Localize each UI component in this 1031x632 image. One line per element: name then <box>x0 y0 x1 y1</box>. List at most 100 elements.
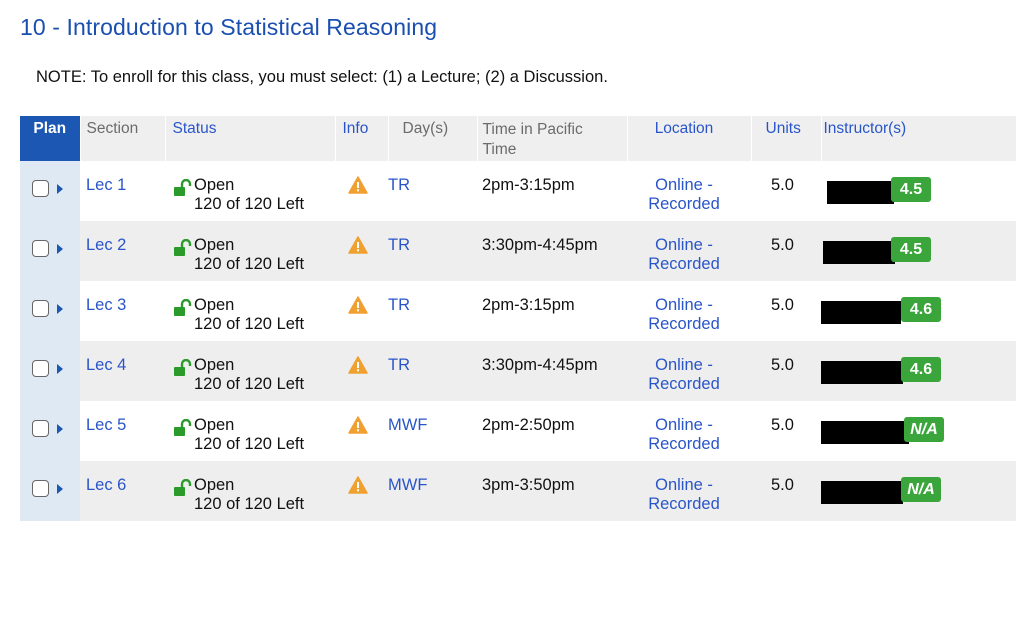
location-line2[interactable]: Recorded <box>627 195 741 214</box>
expand-arrow-icon[interactable] <box>57 183 63 194</box>
status-cell: Open 120 of 120 Left <box>165 221 335 281</box>
table-row: Lec 6 Open 120 of 120 Left MWF 3pm-3:50p… <box>20 461 1016 521</box>
table-row: Lec 4 Open 120 of 120 Left TR 3:30pm-4:4… <box>20 341 1016 401</box>
location-line1[interactable]: Online - <box>627 236 741 255</box>
expand-arrow-icon[interactable] <box>57 303 63 314</box>
header-section: Section <box>80 116 166 161</box>
location-line2[interactable]: Recorded <box>627 255 741 274</box>
days-link[interactable]: MWF <box>388 476 427 495</box>
location-line2[interactable]: Recorded <box>627 375 741 394</box>
plan-checkbox[interactable] <box>32 360 49 377</box>
location-line1[interactable]: Online - <box>627 416 741 435</box>
section-link[interactable]: Lec 4 <box>86 356 126 374</box>
header-instructors[interactable]: Instructor(s) <box>821 116 1017 161</box>
location-line2[interactable]: Recorded <box>627 435 741 454</box>
location-line1[interactable]: Online - <box>627 356 741 375</box>
units-cell: 5.0 <box>751 341 821 401</box>
status-label: Open <box>194 296 235 314</box>
units-cell: 5.0 <box>751 221 821 281</box>
instructor-cell: 4.6 <box>821 341 1016 401</box>
status-label: Open <box>194 416 235 434</box>
plan-cell <box>20 161 80 221</box>
status-label: Open <box>194 356 235 374</box>
status-label: Open <box>194 476 235 494</box>
header-days: Day(s) <box>388 116 478 161</box>
instructor-rating-badge[interactable]: N/A <box>901 477 941 502</box>
header-status[interactable]: Status <box>165 116 336 161</box>
section-cell: Lec 2 <box>80 221 165 281</box>
instructor-rating-badge[interactable]: 4.6 <box>901 297 941 322</box>
expand-arrow-icon[interactable] <box>57 363 63 374</box>
days-link[interactable]: TR <box>388 296 410 315</box>
location-cell: Online - Recorded <box>627 281 751 341</box>
location-line2[interactable]: Recorded <box>627 315 741 334</box>
expand-arrow-icon[interactable] <box>57 243 63 254</box>
days-cell: MWF <box>388 401 477 461</box>
plan-checkbox[interactable] <box>32 480 49 497</box>
days-link[interactable]: TR <box>388 356 410 375</box>
info-cell <box>335 161 388 221</box>
plan-checkbox[interactable] <box>32 180 49 197</box>
section-cell: Lec 1 <box>80 161 165 221</box>
section-link[interactable]: Lec 5 <box>86 416 126 434</box>
header-units[interactable]: Units <box>751 116 822 161</box>
days-link[interactable]: TR <box>388 236 410 255</box>
warning-icon[interactable] <box>348 356 368 374</box>
plan-checkbox[interactable] <box>32 300 49 317</box>
location-line1[interactable]: Online - <box>627 476 741 495</box>
location-cell: Online - Recorded <box>627 161 751 221</box>
days-link[interactable]: TR <box>388 176 410 195</box>
meeting-time: 2pm-3:15pm <box>482 296 575 314</box>
plan-cell <box>20 461 80 521</box>
days-cell: TR <box>388 221 477 281</box>
redacted-instructor-name <box>821 421 909 444</box>
location-line2[interactable]: Recorded <box>627 495 741 514</box>
section-link[interactable]: Lec 6 <box>86 476 126 494</box>
seats-left: 120 of 120 Left <box>194 255 305 273</box>
unlocked-padlock-icon <box>174 239 192 256</box>
units-value: 5.0 <box>771 176 794 194</box>
section-link[interactable]: Lec 2 <box>86 236 126 254</box>
unlocked-padlock-icon <box>174 359 192 376</box>
seats-left: 120 of 120 Left <box>194 495 305 513</box>
location-cell: Online - Recorded <box>627 461 751 521</box>
instructor-cell: N/A <box>821 401 1016 461</box>
expand-arrow-icon[interactable] <box>57 423 63 434</box>
meeting-time: 3pm-3:50pm <box>482 476 575 494</box>
warning-icon[interactable] <box>348 236 368 254</box>
units-cell: 5.0 <box>751 401 821 461</box>
plan-checkbox[interactable] <box>32 420 49 437</box>
instructor-rating-badge[interactable]: 4.5 <box>891 177 931 202</box>
warning-icon[interactable] <box>348 176 368 194</box>
location-cell: Online - Recorded <box>627 401 751 461</box>
unlocked-padlock-icon <box>174 179 192 196</box>
units-value: 5.0 <box>771 236 794 254</box>
instructor-rating-badge[interactable]: N/A <box>904 417 944 442</box>
table-row: Lec 5 Open 120 of 120 Left MWF 2pm-2:50p… <box>20 401 1016 461</box>
location-line1[interactable]: Online - <box>627 176 741 195</box>
section-link[interactable]: Lec 3 <box>86 296 126 314</box>
info-cell <box>335 401 388 461</box>
expand-arrow-icon[interactable] <box>57 483 63 494</box>
warning-icon[interactable] <box>348 416 368 434</box>
units-value: 5.0 <box>771 476 794 494</box>
warning-icon[interactable] <box>348 476 368 494</box>
instructor-rating-badge[interactable]: 4.5 <box>891 237 931 262</box>
plan-cell <box>20 341 80 401</box>
meeting-time: 2pm-2:50pm <box>482 416 575 434</box>
section-link[interactable]: Lec 1 <box>86 176 126 194</box>
units-cell: 5.0 <box>751 161 821 221</box>
table-row: Lec 1 Open 120 of 120 Left TR 2pm-3:15pm… <box>20 161 1016 221</box>
days-cell: TR <box>388 161 477 221</box>
instructor-cell: 4.6 <box>821 281 1016 341</box>
header-location[interactable]: Location <box>627 116 752 161</box>
units-value: 5.0 <box>771 296 794 314</box>
location-line1[interactable]: Online - <box>627 296 741 315</box>
warning-icon[interactable] <box>348 296 368 314</box>
time-cell: 2pm-2:50pm <box>477 401 627 461</box>
instructor-rating-badge[interactable]: 4.6 <box>901 357 941 382</box>
plan-checkbox[interactable] <box>32 240 49 257</box>
days-link[interactable]: MWF <box>388 416 427 435</box>
enrollment-note: NOTE: To enroll for this class, you must… <box>36 68 608 86</box>
header-info[interactable]: Info <box>335 116 389 161</box>
